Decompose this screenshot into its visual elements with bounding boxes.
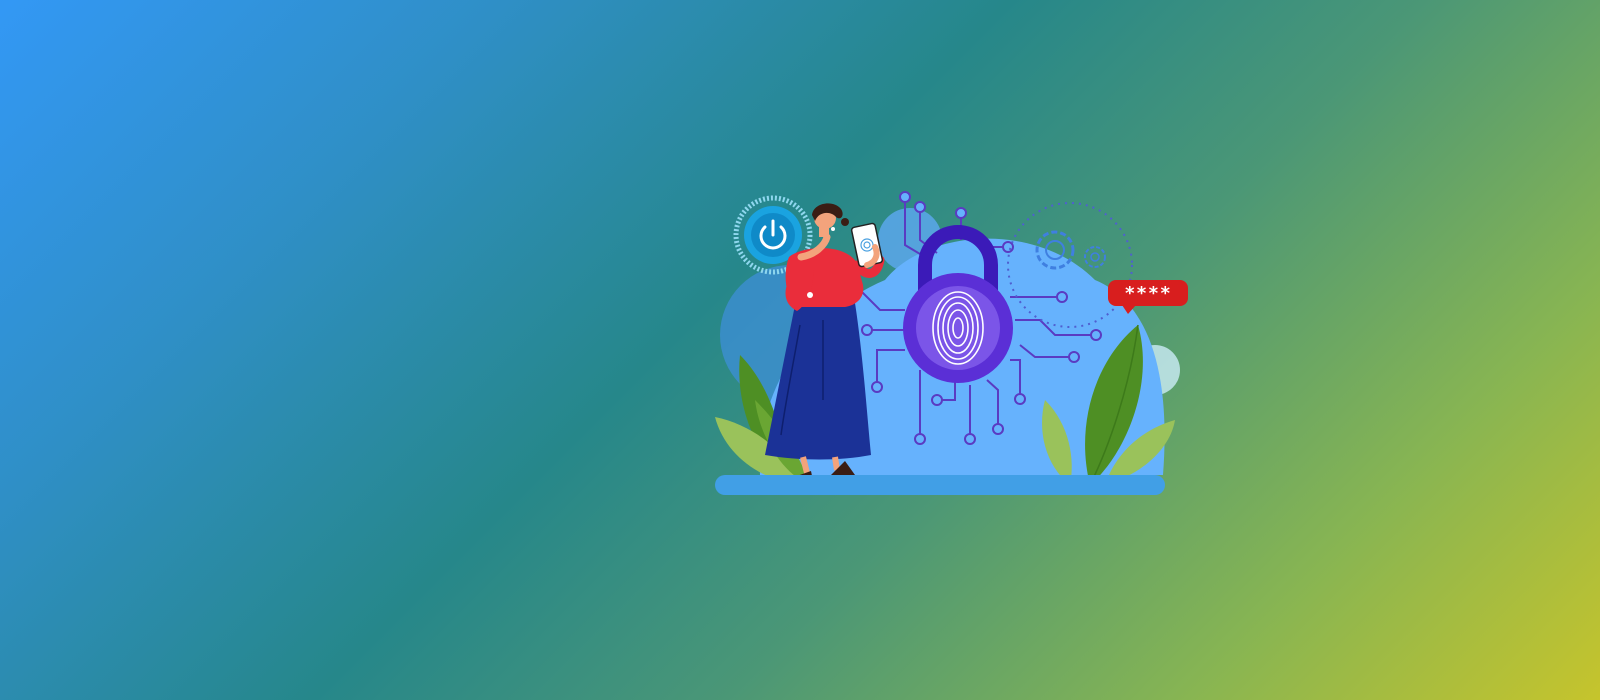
ground-platform (715, 475, 1165, 495)
hero-banner: **** (0, 0, 1600, 700)
security-illustration: **** (715, 185, 1188, 505)
password-bubble: **** (1108, 280, 1188, 314)
smartphone-icon (850, 222, 884, 268)
illustration-svg (715, 191, 1180, 495)
